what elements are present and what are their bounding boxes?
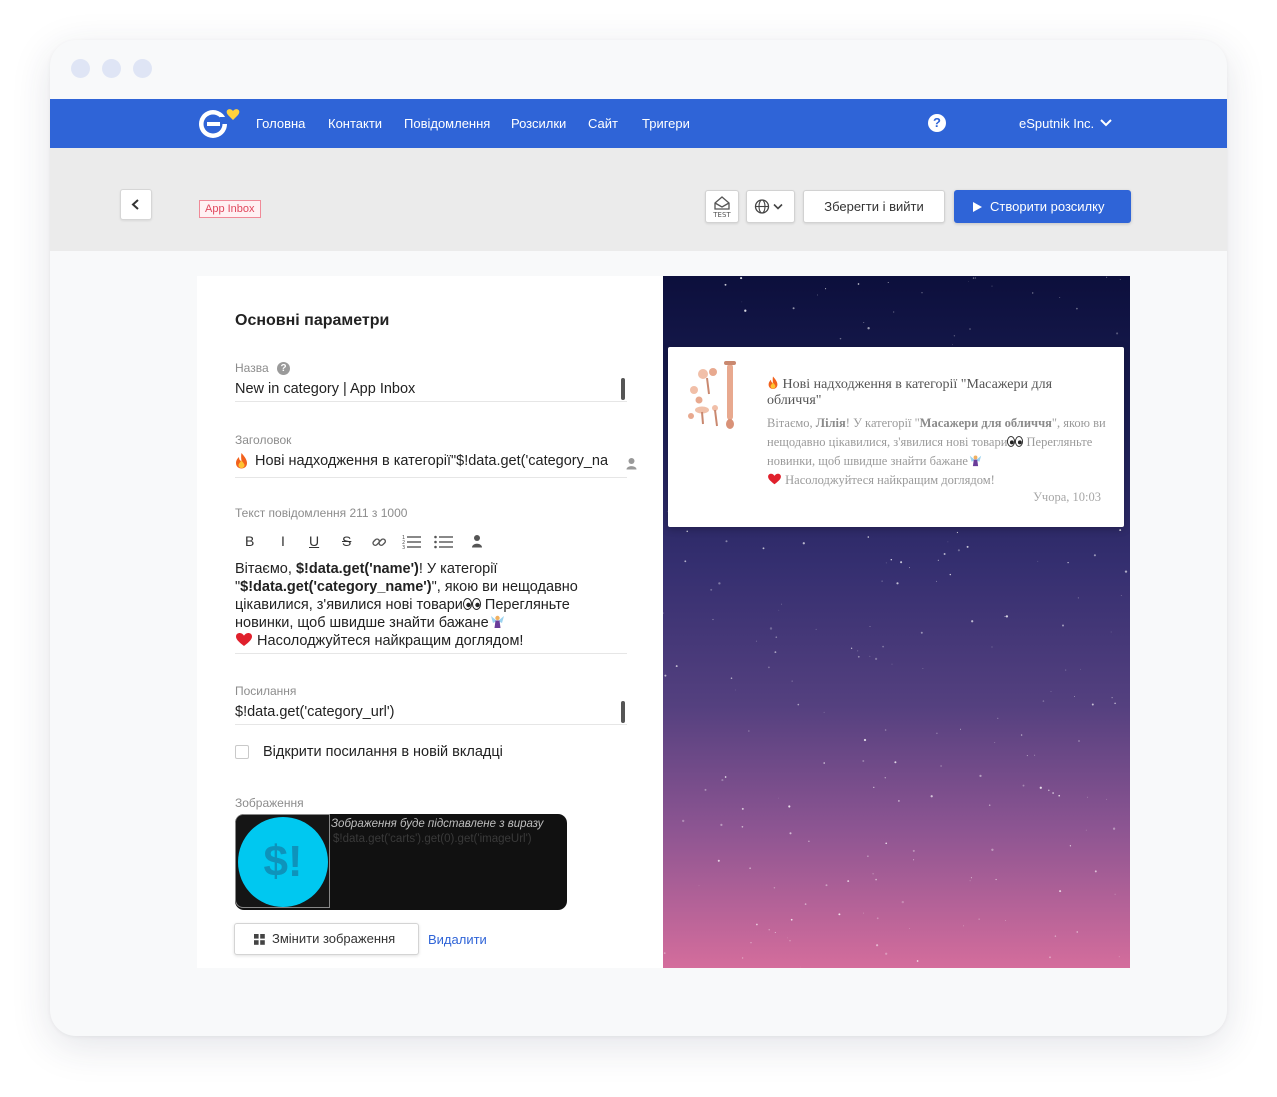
chevron-left-icon xyxy=(131,199,139,210)
face-massager-product-image xyxy=(688,361,736,429)
preview-body: Вітаємо, Лілія! У категорії "Масажери дл… xyxy=(767,414,1107,490)
globe-icon xyxy=(754,199,783,214)
image-expression: $!data.get('carts').get(0).get('imageUrl… xyxy=(333,833,532,845)
delete-image-link[interactable]: Видалити xyxy=(428,932,487,947)
inbox-message-card[interactable]: Нові надходження в категорії "Масажери д… xyxy=(668,347,1124,527)
fire-emoji-icon xyxy=(236,453,247,469)
info-icon[interactable]: ? xyxy=(277,362,290,375)
window-dot xyxy=(71,59,90,78)
fire-emoji-icon xyxy=(768,376,778,389)
placeholder-dollar-icon: $! xyxy=(238,817,328,907)
grid-icon xyxy=(254,934,265,945)
scrollbar[interactable] xyxy=(621,378,625,400)
image-thumbnail: $! xyxy=(235,814,330,908)
create-campaign-label: Створити розсилку xyxy=(990,199,1105,214)
fairy-emoji-icon xyxy=(490,615,504,628)
channel-tag: App Inbox xyxy=(199,200,261,218)
help-icon[interactable]: ? xyxy=(928,114,946,132)
section-title: Основні параметри xyxy=(235,312,390,329)
top-nav: Головна Контакти Повідомлення Розсилки С… xyxy=(50,99,1227,148)
subject-label: Заголовок xyxy=(235,433,292,447)
window-dot xyxy=(133,59,152,78)
nav-item-site[interactable]: Сайт xyxy=(588,116,618,131)
nav-item-messages[interactable]: Повідомлення xyxy=(404,116,490,131)
heart-emoji-icon xyxy=(236,633,252,646)
app-window: Головна Контакти Повідомлення Розсилки С… xyxy=(50,40,1227,1036)
preview-text: Насолоджуйтеся найкращим доглядом! xyxy=(785,473,995,487)
inbox-preview: Нові надходження в категорії "Масажери д… xyxy=(663,276,1130,968)
preview-title-text: Нові надходження в категорії "Масажери д… xyxy=(767,377,1053,408)
bullet-list-icon[interactable] xyxy=(434,534,454,550)
eyes-emoji-icon xyxy=(462,598,481,610)
subject-input[interactable]: Нові надходження в категорії"$!data.get(… xyxy=(255,453,608,469)
personalize-user-icon[interactable] xyxy=(626,457,637,470)
italic-button[interactable]: I xyxy=(281,533,285,549)
change-image-label: Змінити зображення xyxy=(272,931,396,946)
nav-item-campaigns[interactable]: Розсилки xyxy=(511,116,566,131)
heart-emoji-icon xyxy=(768,473,781,485)
test-label: TEST xyxy=(712,211,731,219)
save-and-exit-button[interactable]: Зберегти і вийти xyxy=(803,190,945,223)
fairy-emoji-icon xyxy=(969,455,982,467)
preview-name: Лілія xyxy=(815,416,846,430)
link-input[interactable]: $!data.get('category_url') xyxy=(235,704,395,720)
nav-item-home[interactable]: Головна xyxy=(256,116,305,131)
text-label: Текст повідомлення 211 з 1000 xyxy=(235,506,408,520)
body-text: Насолоджуйтеся найкращим доглядом! xyxy=(257,633,524,649)
divider xyxy=(235,477,627,478)
new-tab-checkbox[interactable] xyxy=(235,745,249,759)
message-body-editor[interactable]: Вітаємо, $!data.get('name')! У категорії… xyxy=(235,560,630,650)
preview-text: ! У категорії " xyxy=(845,416,920,430)
test-send-button[interactable]: TEST xyxy=(705,190,739,223)
image-preview: $! Зображення буде підставлене з виразу … xyxy=(235,814,567,910)
eyes-emoji-icon xyxy=(1007,436,1024,447)
divider xyxy=(235,724,627,725)
name-label: Назва xyxy=(235,361,269,375)
svg-text:3: 3 xyxy=(402,545,405,550)
image-label: Зображення xyxy=(235,796,304,810)
strikethrough-button[interactable]: S xyxy=(342,533,351,549)
preview-title: Нові надходження в категорії "Масажери д… xyxy=(767,375,1107,409)
body-text: Вітаємо, xyxy=(235,561,296,577)
account-menu[interactable]: eSputnik Inc. xyxy=(1019,116,1094,131)
body-variable: $!data.get('name') xyxy=(295,561,419,577)
create-campaign-button[interactable]: Створити розсилку xyxy=(954,190,1131,223)
personalize-user-icon[interactable] xyxy=(471,534,483,548)
new-tab-label: Відкрити посилання в новій вкладці xyxy=(263,744,503,760)
esputnik-logo[interactable] xyxy=(196,105,248,141)
divider xyxy=(235,401,627,402)
image-note: Зображення буде підставлене з виразу xyxy=(331,818,544,830)
body-variable: $!data.get('category_name') xyxy=(240,579,432,595)
divider xyxy=(235,653,627,654)
preview-category: Масажери для обличчя xyxy=(919,416,1052,430)
message-form: Основні параметри Назва ? New in categor… xyxy=(197,276,663,968)
link-icon[interactable] xyxy=(371,534,387,550)
back-button[interactable] xyxy=(120,189,152,220)
nav-item-triggers[interactable]: Тригери xyxy=(642,116,690,131)
preview-timestamp: Учора, 10:03 xyxy=(1033,490,1101,504)
preview-text: Вітаємо, xyxy=(767,416,816,430)
link-label: Посилання xyxy=(235,684,297,698)
window-dot xyxy=(102,59,121,78)
play-icon xyxy=(973,202,982,212)
scrollbar[interactable] xyxy=(621,701,625,723)
test-envelope-icon: TEST xyxy=(712,196,731,219)
bold-button[interactable]: B xyxy=(245,533,254,549)
nav-item-contacts[interactable]: Контакти xyxy=(328,116,382,131)
ordered-list-icon[interactable]: 1 2 3 xyxy=(402,534,422,550)
editor-toolbar: App Inbox TEST Зберегти і вийти Створити… xyxy=(50,148,1227,251)
change-image-button[interactable]: Змінити зображення xyxy=(234,923,419,955)
language-select[interactable] xyxy=(746,190,795,223)
name-input[interactable]: New in category | App Inbox xyxy=(235,381,415,397)
underline-button[interactable]: U xyxy=(309,533,319,549)
chevron-down-icon[interactable] xyxy=(1100,118,1112,128)
